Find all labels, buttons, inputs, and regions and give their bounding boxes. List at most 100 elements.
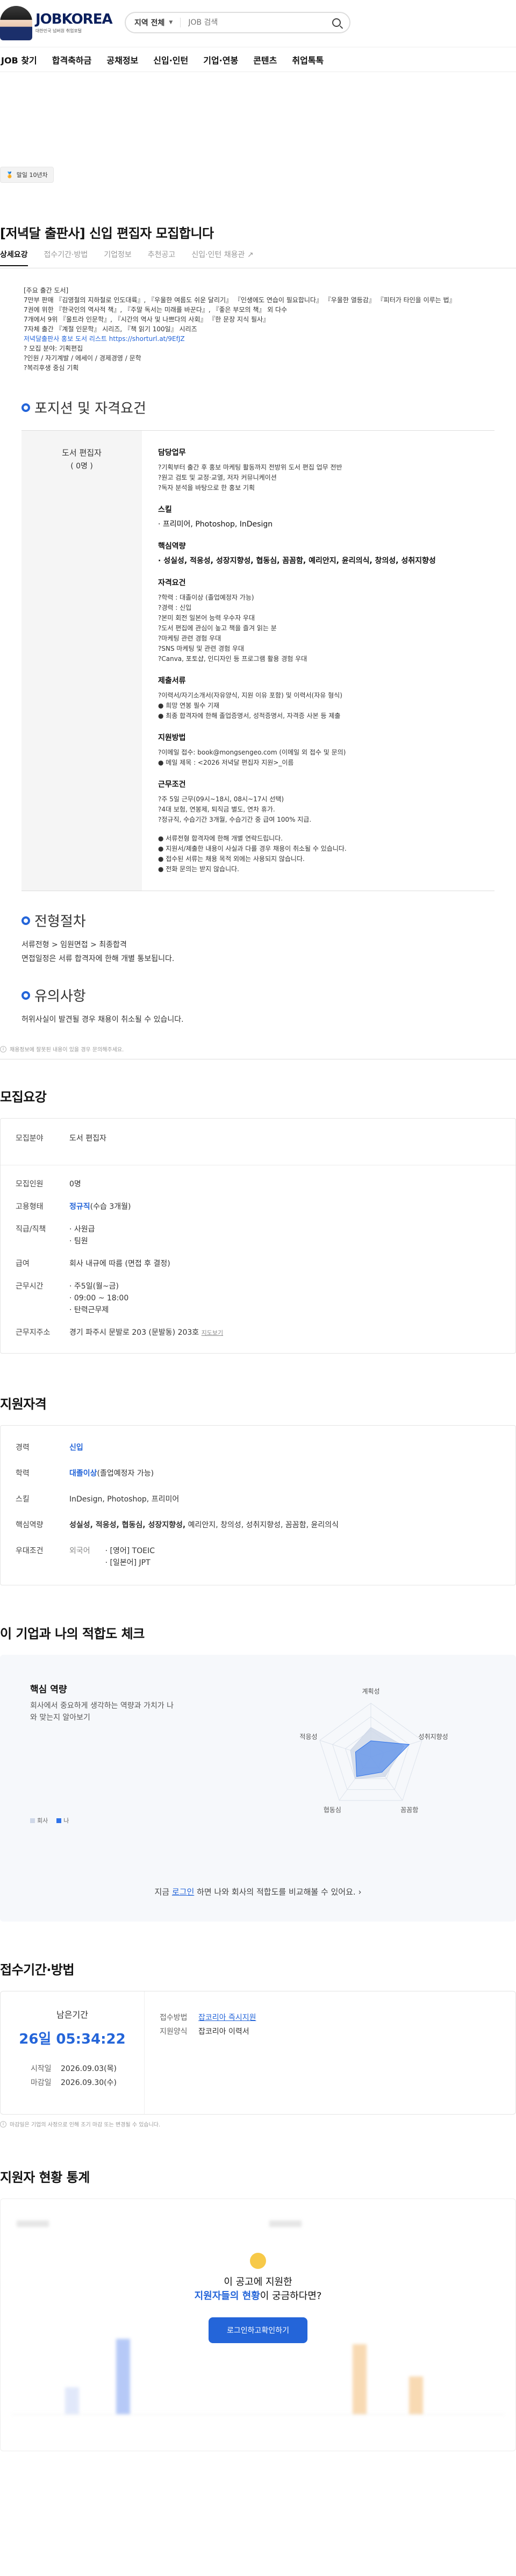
- recruit-row: 급여 회사 내규에 따름 (면접 후 결정): [16, 1259, 170, 1268]
- period-note: i 마감일은 기업의 사정으로 인해 조기 마감 또는 변경될 수 있습니다.: [0, 2120, 516, 2128]
- qualify-row: 스킬 InDesign, Photoshop, 프리미어: [16, 1495, 180, 1504]
- cond-title: 근무조건: [158, 780, 186, 789]
- position-name: 도서 편집자: [62, 448, 102, 458]
- nav-item-talk[interactable]: 취업톡톡: [292, 53, 324, 66]
- brand-sub: 대한민국 넘버원 취업포털: [35, 29, 82, 33]
- fit-legend: 회사 나: [30, 1816, 69, 1825]
- company-badge: 🏅 말일 10년차: [0, 167, 54, 183]
- qualify-row: 학력 대졸이상(졸업예정자 가능): [16, 1469, 154, 1478]
- remain-label: 남은기간: [56, 2010, 88, 2020]
- intro-line: 7권에 위한 『한국인의 역사적 책』, 『주말 독서는 미래를 바꾼다』, 『…: [24, 306, 288, 314]
- remaining-panel: 남은기간 26일 05:34:22 시작일 2026.09.03(목) 마감일 20…: [1, 1991, 145, 2114]
- chevron-down-icon[interactable]: ▼: [169, 20, 173, 25]
- intro-line: 7개에서 9위 『울트라 인문학』, 『시간의 역사 및 나쁘다의 사회』 『한…: [24, 316, 270, 323]
- tab-detail[interactable]: 상세요강: [0, 249, 28, 266]
- login-link[interactable]: 로그인: [172, 1887, 194, 1897]
- qualify-box: 경력 신입 학력 대졸이상(졸업예정자 가능) 스킬 InDesign, Photos…: [0, 1425, 516, 1585]
- search-icon[interactable]: [332, 18, 341, 27]
- search-bar: 지역 전체 ▼: [125, 12, 350, 33]
- legend-company: 회사: [30, 1816, 48, 1825]
- intro-line: ?복리후생 중심 기획: [24, 364, 79, 372]
- start-row: 시작일 2026.09.03(목): [31, 2065, 117, 2073]
- tab-newcomer-hall[interactable]: 신입·인턴 채용관 ↗: [191, 249, 253, 260]
- duty-line: ?독자 분석을 바탕으로 한 홍보 기획: [158, 484, 255, 492]
- nav-item-contents[interactable]: 콘텐츠: [253, 53, 277, 66]
- intro-line: [주요 출간 도서]: [24, 287, 69, 294]
- fit-desc: 회사에서 중요하게 생각하는 역량과 가치가 나와 맞는지 알아보기: [30, 1702, 174, 1722]
- brand-character-image: [0, 6, 32, 40]
- radar-axis-label: 협동심: [324, 1806, 341, 1814]
- duty-line: ?기획부터 출간 후 홍보 마케팅 활동까지 전방위 도서 편집 업무 전반: [158, 464, 342, 471]
- radar-series-me: [355, 1740, 410, 1777]
- section-heading-process: 전형절차: [22, 910, 516, 930]
- brand-name: JOBKOREA: [35, 11, 113, 27]
- caution-line: 허위사실이 발견될 경우 채용이 취소될 수 있습니다.: [22, 1015, 184, 1024]
- legend-me: 나: [56, 1816, 69, 1825]
- nav-item-job[interactable]: JOB 찾기: [1, 53, 37, 66]
- notice-line: ● 접수된 서류는 채용 목적 외에는 사용되지 않습니다.: [158, 855, 305, 863]
- intro-link[interactable]: 저녁달출판사 홍보 도서 리스트 https://shorturl.at/9Ef…: [24, 334, 492, 344]
- core-title: 핵심역량: [158, 542, 186, 551]
- skill-title: 스킬: [158, 506, 172, 514]
- doc-line: ● 희망 연봉 필수 기재: [158, 702, 220, 709]
- notice-line: ● 전화 문의는 받지 않습니다.: [158, 865, 239, 873]
- skill-line: · 프리미어, Photoshop, InDesign: [158, 520, 273, 529]
- stats-question-line1: 이 공고에 지원한: [224, 2276, 292, 2288]
- radar-chart: 계획성성취지향성꼼꼼함 협동심 적응성: [299, 1688, 448, 1814]
- qualify-row: 핵심역량 성실성, 적응성, 협동심, 성장지향성, 예리안지, 창의성, 성취지…: [16, 1521, 339, 1529]
- doc-line: ?이력서/자기소개서(자유양식, 지원 이유 포함) 및 이력서(자유 형식): [158, 692, 342, 699]
- remain-countdown: 26일 05:34:22: [19, 2031, 126, 2047]
- position-table: 도서 편집자 ( 0명 ) 담당업무 ?기획부터 출간 후 홍보 마케팅 활동까…: [22, 430, 494, 891]
- bullet-ring-icon: [22, 403, 30, 412]
- nav-item-public[interactable]: 공채정보: [106, 53, 138, 66]
- nav-item-company[interactable]: 기업·연봉: [203, 53, 238, 66]
- recruit-row: 고용형태 정규직(수습 3개월): [16, 1202, 131, 1211]
- fit-card: 핵심 역량 회사에서 중요하게 생각하는 역량과 가치가 나와 맞는지 알아보기…: [0, 1655, 516, 1922]
- cond-line: ?주 5일 근무(09시~18시, 08시~17시 선택): [158, 795, 284, 803]
- apply-line: ● 메일 제목 : <2026 저녁달 편집자 지원>_이름: [158, 759, 294, 766]
- qualify-title: 지원자격: [0, 1397, 47, 1412]
- qual-line: ?학력 : 대졸이상 (졸업예정자 가능): [158, 594, 254, 601]
- tab-company[interactable]: 기업정보: [104, 249, 132, 260]
- intro-line: ?인원 / 자기계발 / 에세이 / 경제경영 / 문학: [24, 354, 141, 362]
- recruit-row: 모집인원 0명: [16, 1180, 81, 1189]
- intro-cut-line: [24, 275, 492, 286]
- logo[interactable]: JOBKOREA 대한민국 넘버원 취업포털: [0, 4, 113, 42]
- process-text: 서류전형 > 임원면접 > 최종합격 면접일정은 서류 합격자에 한해 개별 통…: [22, 938, 516, 966]
- qual-line: ?본미 회전 일본어 능력 우수자 우대: [158, 614, 255, 622]
- posting-title: [저녁달 출판사] 신입 편집자 모집합니다: [0, 226, 214, 241]
- method-row: 접수방법 잡코리아 즉시지원: [160, 2013, 256, 2022]
- main-nav: JOB 찾기 합격축하금 공채정보 신입·인턴 기업·연봉 콘텐츠 취업톡톡: [0, 47, 516, 72]
- apply-line[interactable]: ?이메일 접수: book@mongsengeo.com (이메일 외 접수 및…: [158, 748, 484, 758]
- divider: [180, 18, 181, 27]
- nav-item-newcomer[interactable]: 신입·인턴: [153, 53, 188, 66]
- notice-line: ● 서류전형 합격자에 한해 개별 연락드립니다.: [158, 835, 283, 842]
- form-row: 지원양식 잡코리아 이력서: [160, 2027, 249, 2036]
- recruit-row: 근무지주소 경기 파주시 문발로 203 (문발동) 203호 지도보기: [16, 1328, 224, 1337]
- search-scope-select[interactable]: 지역 전체: [134, 17, 164, 28]
- period-title: 접수기간·방법: [0, 1962, 75, 1977]
- intro-line: ? 모집 분야: 기획편집: [24, 345, 83, 352]
- position-name-cell: 도서 편집자 ( 0명 ): [22, 431, 142, 891]
- detail-tabs: 상세요강 접수기간·방법 기업정보 추천공고 신입·인턴 채용관 ↗: [0, 249, 516, 268]
- doc-line: ● 최종 합격자에 한해 졸업증명서, 성적증명서, 자격증 사본 등 제출: [158, 712, 341, 720]
- search-input[interactable]: [188, 18, 332, 27]
- fit-title: 이 기업과 나의 적합도 체크: [0, 1626, 145, 1641]
- qual-line: ?Canva, 포토샵, 인디자인 등 프로그램 활용 경험 우대: [158, 655, 307, 663]
- section-heading-caution: 유의사항: [22, 985, 516, 1005]
- intro-line: 7자체 출간 『계절 인문학』 시리즈, 『책 읽기 100일』 시리즈: [24, 325, 197, 333]
- position-count: ( 0명 ): [70, 462, 93, 471]
- tab-recommend[interactable]: 추천공고: [148, 249, 176, 260]
- login-check-button[interactable]: 로그인하고확인하기: [209, 2317, 307, 2343]
- qualify-row: 우대조건 외국어 · [영어] TOEIC · [일본어] JPT: [16, 1547, 155, 1567]
- nav-item-bonus[interactable]: 합격축하금: [52, 53, 92, 66]
- qualify-row: 경력 신입: [16, 1443, 83, 1452]
- tab-period[interactable]: 접수기간·방법: [44, 249, 88, 260]
- report-note[interactable]: i 채용정보에 잘못된 내용이 있을 경우 문의해주세요.: [0, 1045, 516, 1053]
- top-header: JOBKOREA 대한민국 넘버원 취업포털 지역 전체 ▼: [0, 0, 516, 47]
- recruit-row: 근무시간 · 주5일(월~금) · 09:00 ~ 18:00 · 탄력근무제: [16, 1282, 129, 1314]
- quick-apply-link[interactable]: 잡코리아 즉시지원: [198, 2013, 256, 2022]
- badge-icon: 🏅: [6, 171, 13, 179]
- cond-line: ?정규직, 수습기간 3개월, 수습기간 중 급여 100% 지급.: [158, 816, 312, 823]
- map-link[interactable]: 지도보기: [202, 1329, 223, 1336]
